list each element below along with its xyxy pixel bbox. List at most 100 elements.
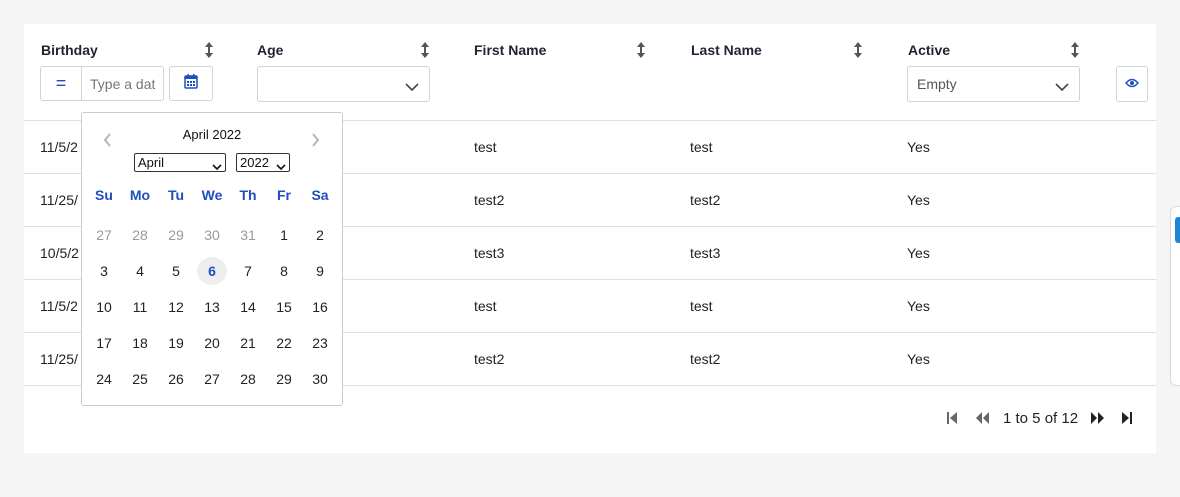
age-filter-select[interactable]: [257, 66, 430, 102]
cell-active: Yes: [907, 192, 930, 208]
birthday-operator-button[interactable]: =: [40, 66, 81, 101]
weekday-label: Su: [95, 187, 113, 203]
calendar-day[interactable]: 29: [269, 365, 299, 393]
cell-active: Yes: [907, 351, 930, 367]
weekday-label: Fr: [277, 187, 291, 203]
active-filter-value: Empty: [917, 76, 957, 92]
calendar-day[interactable]: 25: [125, 365, 155, 393]
calendar-day[interactable]: 28: [125, 221, 155, 249]
calendar-day[interactable]: 27: [89, 221, 119, 249]
calendar-day[interactable]: 30: [305, 365, 335, 393]
cell-last-name: test: [690, 139, 713, 155]
weekday-label: We: [201, 187, 223, 203]
calendar-day[interactable]: 10: [89, 293, 119, 321]
weekday-label: Mo: [129, 187, 151, 203]
sort-icon[interactable]: [419, 41, 431, 59]
column-header-age[interactable]: Age: [257, 42, 283, 58]
chevron-down-icon: [212, 159, 222, 174]
month-select[interactable]: April: [134, 153, 226, 172]
cell-first-name: test: [474, 139, 497, 155]
calendar-day[interactable]: 20: [197, 329, 227, 357]
calendar-day[interactable]: 27: [197, 365, 227, 393]
calendar-day[interactable]: 9: [305, 257, 335, 285]
side-panel-tab[interactable]: [1170, 206, 1180, 386]
pagination-summary: 1 to 5 of 12: [1003, 410, 1079, 427]
sort-icon[interactable]: [635, 41, 647, 59]
calendar-day[interactable]: 1: [269, 221, 299, 249]
calendar-day[interactable]: 8: [269, 257, 299, 285]
cell-birthday: 10/5/2: [40, 245, 79, 261]
next-page-icon[interactable]: [1090, 411, 1105, 430]
cell-first-name: test2: [474, 192, 505, 208]
calendar-day[interactable]: 14: [233, 293, 263, 321]
calendar-day[interactable]: 29: [161, 221, 191, 249]
column-visibility-button[interactable]: [1116, 66, 1148, 102]
cell-birthday: 11/25/: [40, 351, 78, 367]
calendar-day[interactable]: 11: [125, 293, 155, 321]
year-select[interactable]: 2022: [236, 153, 290, 172]
cell-active: Yes: [907, 245, 930, 261]
column-header-last-name[interactable]: Last Name: [691, 42, 762, 58]
last-page-icon[interactable]: [1121, 411, 1133, 430]
calendar-day[interactable]: 15: [269, 293, 299, 321]
calendar-day[interactable]: 6: [197, 257, 227, 285]
calendar-day[interactable]: 23: [305, 329, 335, 357]
cell-birthday: 11/25/: [40, 192, 78, 208]
calendar-day[interactable]: 26: [161, 365, 191, 393]
cell-last-name: test3: [690, 245, 721, 261]
eye-icon: [1125, 75, 1139, 93]
cell-active: Yes: [907, 139, 930, 155]
calendar-day[interactable]: 12: [161, 293, 191, 321]
column-header-first-name[interactable]: First Name: [474, 42, 546, 58]
sort-icon[interactable]: [203, 41, 215, 59]
cell-birthday: 11/5/2: [40, 139, 78, 155]
calendar-day[interactable]: 2: [305, 221, 335, 249]
chevron-down-icon: [405, 79, 419, 95]
calendar-icon: [184, 73, 198, 94]
calendar-day[interactable]: 18: [125, 329, 155, 357]
datepicker-title: April 2022: [182, 127, 242, 142]
cell-last-name: test: [690, 298, 713, 314]
equals-operator: =: [55, 73, 67, 93]
cell-last-name: test2: [690, 192, 721, 208]
cell-last-name: test2: [690, 351, 721, 367]
calendar-day[interactable]: 24: [89, 365, 119, 393]
cell-first-name: test3: [474, 245, 505, 261]
sort-icon[interactable]: [1069, 41, 1081, 59]
calendar-day[interactable]: 30: [197, 221, 227, 249]
calendar-day[interactable]: 3: [89, 257, 119, 285]
cell-first-name: test: [474, 298, 497, 314]
chevron-down-icon: [276, 159, 286, 174]
calendar-day[interactable]: 19: [161, 329, 191, 357]
column-header-active[interactable]: Active: [908, 42, 950, 58]
year-select-value: 2022: [240, 155, 269, 170]
calendar-day[interactable]: 22: [269, 329, 299, 357]
birthday-date-input[interactable]: [81, 66, 164, 101]
cell-first-name: test2: [474, 351, 505, 367]
calendar-day[interactable]: 16: [305, 293, 335, 321]
datepicker-popup: April 2022 April 2022 Su Mo Tu We Th Fr Sa 27 2…: [81, 112, 343, 406]
calendar-day[interactable]: 7: [233, 257, 263, 285]
calendar-day[interactable]: 28: [233, 365, 263, 393]
calendar-day[interactable]: 13: [197, 293, 227, 321]
sort-icon[interactable]: [852, 41, 864, 59]
cell-birthday: 11/5/2: [40, 298, 78, 314]
calendar-day[interactable]: 21: [233, 329, 263, 357]
month-select-value: April: [138, 155, 165, 170]
next-month-icon[interactable]: [311, 133, 320, 152]
cell-active: Yes: [907, 298, 930, 314]
calendar-day[interactable]: 5: [161, 257, 191, 285]
calendar-button[interactable]: [169, 66, 213, 101]
weekday-label: Sa: [311, 187, 329, 203]
weekday-label: Tu: [167, 187, 185, 203]
calendar-day[interactable]: 17: [89, 329, 119, 357]
chevron-down-icon: [1055, 79, 1069, 95]
weekday-label: Th: [239, 187, 257, 203]
column-header-birthday[interactable]: Birthday: [41, 42, 98, 58]
active-filter-select[interactable]: Empty: [907, 66, 1080, 102]
previous-page-icon[interactable]: [975, 411, 990, 430]
first-page-icon[interactable]: [946, 411, 958, 430]
calendar-day[interactable]: 31: [233, 221, 263, 249]
calendar-day[interactable]: 4: [125, 257, 155, 285]
side-panel-tab-marker: [1175, 217, 1180, 243]
